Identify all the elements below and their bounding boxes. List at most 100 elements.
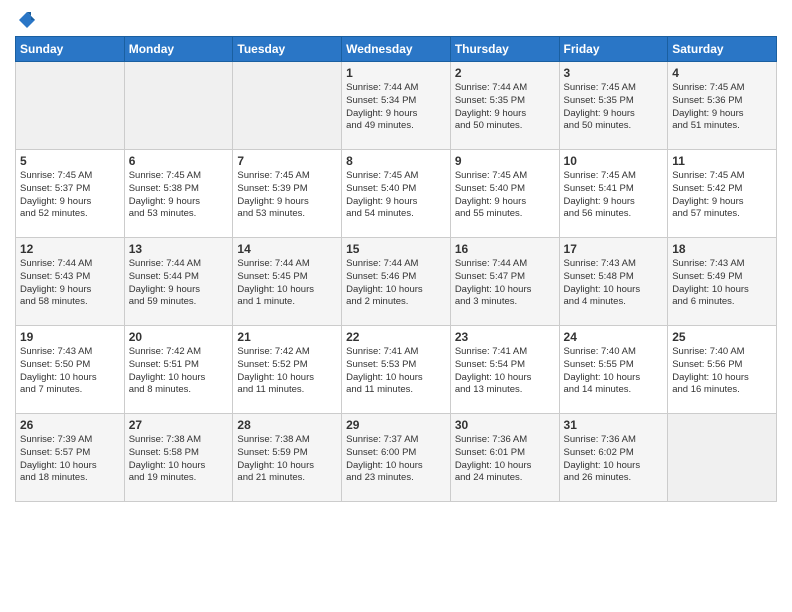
- calendar-cell: 11 Sunrise: 7:45 AM Sunset: 5:42 PM Dayli…: [668, 150, 777, 238]
- calendar-cell: [124, 62, 233, 150]
- day-number: 27: [129, 418, 229, 432]
- day-info: Sunrise: 7:42 AM Sunset: 5:52 PM Dayligh…: [237, 346, 337, 397]
- day-of-week-header: Saturday: [668, 37, 777, 62]
- day-info: Sunrise: 7:43 AM Sunset: 5:50 PM Dayligh…: [20, 346, 120, 397]
- day-number: 3: [564, 66, 664, 80]
- calendar-cell: 10 Sunrise: 7:45 AM Sunset: 5:41 PM Dayli…: [559, 150, 668, 238]
- calendar-cell: 3 Sunrise: 7:45 AM Sunset: 5:35 PM Daylig…: [559, 62, 668, 150]
- day-number: 14: [237, 242, 337, 256]
- calendar-cell: 23 Sunrise: 7:41 AM Sunset: 5:54 PM Dayli…: [450, 326, 559, 414]
- calendar-cell: 22 Sunrise: 7:41 AM Sunset: 5:53 PM Dayli…: [342, 326, 451, 414]
- day-of-week-header: Monday: [124, 37, 233, 62]
- day-info: Sunrise: 7:44 AM Sunset: 5:44 PM Dayligh…: [129, 258, 229, 309]
- day-info: Sunrise: 7:41 AM Sunset: 5:53 PM Dayligh…: [346, 346, 446, 397]
- calendar-cell: 27 Sunrise: 7:38 AM Sunset: 5:58 PM Dayli…: [124, 414, 233, 502]
- day-number: 15: [346, 242, 446, 256]
- calendar-body: 1 Sunrise: 7:44 AM Sunset: 5:34 PM Daylig…: [16, 62, 777, 502]
- day-info: Sunrise: 7:45 AM Sunset: 5:36 PM Dayligh…: [672, 82, 772, 133]
- day-info: Sunrise: 7:44 AM Sunset: 5:45 PM Dayligh…: [237, 258, 337, 309]
- day-of-week-header: Sunday: [16, 37, 125, 62]
- day-number: 8: [346, 154, 446, 168]
- calendar-cell: 26 Sunrise: 7:39 AM Sunset: 5:57 PM Dayli…: [16, 414, 125, 502]
- day-of-week-header: Thursday: [450, 37, 559, 62]
- calendar-cell: 18Sunrise: 7:43 AM Sunset: 5:49 PM Dayli…: [668, 238, 777, 326]
- calendar-cell: 28 Sunrise: 7:38 AM Sunset: 5:59 PM Dayli…: [233, 414, 342, 502]
- day-number: 10: [564, 154, 664, 168]
- day-info: Sunrise: 7:45 AM Sunset: 5:41 PM Dayligh…: [564, 170, 664, 221]
- day-number: 1: [346, 66, 446, 80]
- calendar-cell: 14 Sunrise: 7:44 AM Sunset: 5:45 PM Dayli…: [233, 238, 342, 326]
- calendar-cell: 8 Sunrise: 7:45 AM Sunset: 5:40 PM Daylig…: [342, 150, 451, 238]
- logo-icon: [17, 10, 37, 30]
- day-of-week-header: Wednesday: [342, 37, 451, 62]
- page: SundayMondayTuesdayWednesdayThursdayFrid…: [0, 0, 792, 612]
- day-info: Sunrise: 7:45 AM Sunset: 5:40 PM Dayligh…: [346, 170, 446, 221]
- day-of-week-header: Tuesday: [233, 37, 342, 62]
- header: [15, 10, 777, 30]
- day-info: Sunrise: 7:38 AM Sunset: 5:58 PM Dayligh…: [129, 434, 229, 485]
- day-info: Sunrise: 7:42 AM Sunset: 5:51 PM Dayligh…: [129, 346, 229, 397]
- calendar-cell: 31 Sunrise: 7:36 AM Sunset: 6:02 PM Dayli…: [559, 414, 668, 502]
- day-info: Sunrise: 7:45 AM Sunset: 5:35 PM Dayligh…: [564, 82, 664, 133]
- day-number: 11: [672, 154, 772, 168]
- day-info: Sunrise: 7:41 AM Sunset: 5:54 PM Dayligh…: [455, 346, 555, 397]
- calendar-cell: 25Sunrise: 7:40 AM Sunset: 5:56 PM Dayli…: [668, 326, 777, 414]
- calendar-week-row: 12Sunrise: 7:44 AM Sunset: 5:43 PM Dayli…: [16, 238, 777, 326]
- day-number: 18: [672, 242, 772, 256]
- calendar-header: SundayMondayTuesdayWednesdayThursdayFrid…: [16, 37, 777, 62]
- day-info: Sunrise: 7:37 AM Sunset: 6:00 PM Dayligh…: [346, 434, 446, 485]
- calendar-table: SundayMondayTuesdayWednesdayThursdayFrid…: [15, 36, 777, 502]
- day-number: 5: [20, 154, 120, 168]
- day-info: Sunrise: 7:43 AM Sunset: 5:48 PM Dayligh…: [564, 258, 664, 309]
- day-info: Sunrise: 7:45 AM Sunset: 5:42 PM Dayligh…: [672, 170, 772, 221]
- day-info: Sunrise: 7:44 AM Sunset: 5:47 PM Dayligh…: [455, 258, 555, 309]
- calendar-week-row: 1 Sunrise: 7:44 AM Sunset: 5:34 PM Daylig…: [16, 62, 777, 150]
- calendar-cell: 24 Sunrise: 7:40 AM Sunset: 5:55 PM Dayli…: [559, 326, 668, 414]
- day-info: Sunrise: 7:44 AM Sunset: 5:34 PM Dayligh…: [346, 82, 446, 133]
- day-number: 7: [237, 154, 337, 168]
- day-number: 29: [346, 418, 446, 432]
- calendar-cell: 30Sunrise: 7:36 AM Sunset: 6:01 PM Dayli…: [450, 414, 559, 502]
- day-number: 16: [455, 242, 555, 256]
- day-number: 28: [237, 418, 337, 432]
- calendar-cell: 12Sunrise: 7:44 AM Sunset: 5:43 PM Dayli…: [16, 238, 125, 326]
- day-number: 24: [564, 330, 664, 344]
- day-info: Sunrise: 7:44 AM Sunset: 5:43 PM Dayligh…: [20, 258, 120, 309]
- day-number: 22: [346, 330, 446, 344]
- calendar-cell: 2 Sunrise: 7:44 AM Sunset: 5:35 PM Daylig…: [450, 62, 559, 150]
- day-info: Sunrise: 7:44 AM Sunset: 5:35 PM Dayligh…: [455, 82, 555, 133]
- header-row: SundayMondayTuesdayWednesdayThursdayFrid…: [16, 37, 777, 62]
- day-number: 9: [455, 154, 555, 168]
- calendar-cell: 16 Sunrise: 7:44 AM Sunset: 5:47 PM Dayli…: [450, 238, 559, 326]
- calendar-cell: 21 Sunrise: 7:42 AM Sunset: 5:52 PM Dayli…: [233, 326, 342, 414]
- calendar-cell: 4 Sunrise: 7:45 AM Sunset: 5:36 PM Daylig…: [668, 62, 777, 150]
- calendar-cell: 5 Sunrise: 7:45 AM Sunset: 5:37 PM Daylig…: [16, 150, 125, 238]
- calendar-cell: [16, 62, 125, 150]
- day-number: 19: [20, 330, 120, 344]
- day-info: Sunrise: 7:36 AM Sunset: 6:02 PM Dayligh…: [564, 434, 664, 485]
- day-number: 4: [672, 66, 772, 80]
- calendar-cell: 1 Sunrise: 7:44 AM Sunset: 5:34 PM Daylig…: [342, 62, 451, 150]
- calendar-cell: 6 Sunrise: 7:45 AM Sunset: 5:38 PM Daylig…: [124, 150, 233, 238]
- day-info: Sunrise: 7:45 AM Sunset: 5:40 PM Dayligh…: [455, 170, 555, 221]
- day-info: Sunrise: 7:38 AM Sunset: 5:59 PM Dayligh…: [237, 434, 337, 485]
- calendar-week-row: 19 Sunrise: 7:43 AM Sunset: 5:50 PM Dayli…: [16, 326, 777, 414]
- day-info: Sunrise: 7:45 AM Sunset: 5:38 PM Dayligh…: [129, 170, 229, 221]
- day-number: 25: [672, 330, 772, 344]
- day-number: 26: [20, 418, 120, 432]
- day-number: 23: [455, 330, 555, 344]
- day-info: Sunrise: 7:45 AM Sunset: 5:37 PM Dayligh…: [20, 170, 120, 221]
- calendar-cell: 13Sunrise: 7:44 AM Sunset: 5:44 PM Dayli…: [124, 238, 233, 326]
- day-number: 6: [129, 154, 229, 168]
- calendar-cell: 15 Sunrise: 7:44 AM Sunset: 5:46 PM Dayli…: [342, 238, 451, 326]
- day-number: 31: [564, 418, 664, 432]
- calendar-cell: 9 Sunrise: 7:45 AM Sunset: 5:40 PM Daylig…: [450, 150, 559, 238]
- day-number: 2: [455, 66, 555, 80]
- calendar-cell: 20 Sunrise: 7:42 AM Sunset: 5:51 PM Dayli…: [124, 326, 233, 414]
- day-info: Sunrise: 7:39 AM Sunset: 5:57 PM Dayligh…: [20, 434, 120, 485]
- calendar-cell: [668, 414, 777, 502]
- day-info: Sunrise: 7:44 AM Sunset: 5:46 PM Dayligh…: [346, 258, 446, 309]
- day-number: 20: [129, 330, 229, 344]
- day-info: Sunrise: 7:40 AM Sunset: 5:55 PM Dayligh…: [564, 346, 664, 397]
- day-number: 21: [237, 330, 337, 344]
